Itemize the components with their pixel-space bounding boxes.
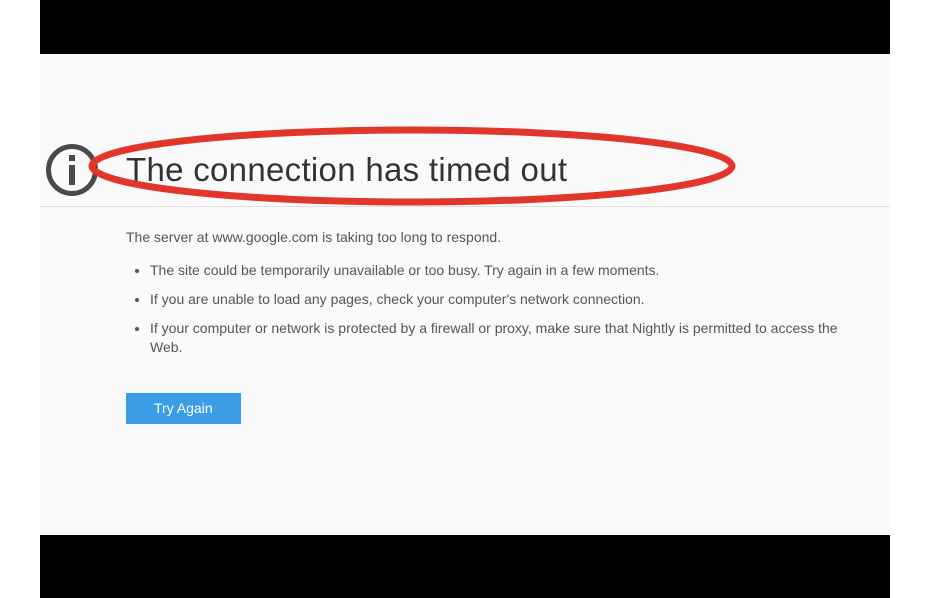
error-title: The connection has timed out [126,151,567,189]
try-again-button[interactable]: Try Again [126,393,241,424]
actions-row: Try Again [40,367,890,424]
list-item: The site could be temporarily unavailabl… [150,261,870,280]
list-item: If you are unable to load any pages, che… [150,290,870,309]
error-description: The server at www.google.com is taking t… [40,207,890,245]
error-header-row: The connection has timed out [40,144,890,207]
letterbox-top [40,0,890,54]
error-suggestions-list: The site could be temporarily unavailabl… [40,245,890,357]
letterbox-bottom [40,535,890,598]
error-page: The connection has timed out The server … [40,54,890,535]
info-icon [46,144,98,196]
list-item: If your computer or network is protected… [150,319,870,357]
page-frame: The connection has timed out The server … [40,0,890,598]
